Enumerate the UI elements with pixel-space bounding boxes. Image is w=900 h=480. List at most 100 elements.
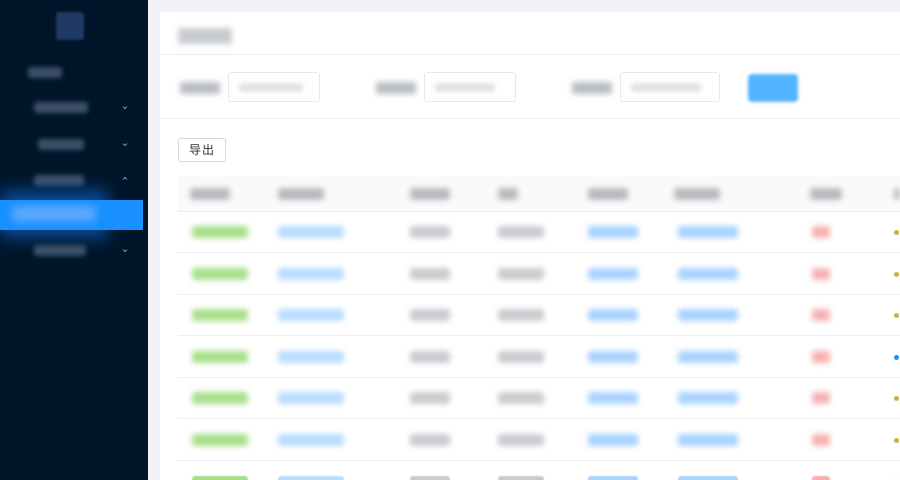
sidebar-item-home[interactable] (0, 58, 148, 88)
blue-link-cell[interactable] (278, 434, 344, 446)
text-cell (410, 267, 450, 280)
action-icon[interactable] (894, 396, 899, 402)
main-panel: 导出 (160, 12, 900, 480)
date-cell (678, 267, 738, 280)
blue-link-cell[interactable] (278, 350, 344, 363)
table-header (178, 176, 900, 212)
text-cell (410, 226, 450, 238)
date-cell (588, 475, 638, 480)
date-cell (588, 267, 638, 280)
status-cell (812, 350, 830, 363)
green-link-cell[interactable] (192, 309, 248, 322)
chevron-down-icon: ⌄ (120, 242, 130, 255)
text-cell (498, 475, 544, 480)
blue-link-cell[interactable] (278, 475, 344, 480)
column-header (190, 188, 230, 200)
action-icon[interactable] (894, 230, 899, 235)
column-header (810, 188, 842, 200)
date-cell (588, 434, 638, 446)
divider (160, 54, 900, 55)
table-row[interactable] (178, 462, 900, 480)
filter-input-1[interactable] (228, 72, 320, 102)
sidebar-item-group-2[interactable]: ⌄ (0, 130, 148, 160)
text-cell (498, 267, 544, 280)
date-cell (678, 434, 738, 446)
green-link-cell[interactable] (192, 475, 248, 480)
status-cell (812, 392, 830, 405)
column-header (278, 188, 324, 200)
status-cell (812, 267, 830, 280)
chevron-up-icon: ⌃ (120, 175, 130, 188)
blue-link-cell[interactable] (278, 392, 344, 405)
date-cell (678, 475, 738, 480)
status-cell (812, 226, 830, 238)
page-title (178, 28, 232, 44)
sidebar-item-label (38, 139, 84, 150)
sidebar-item-label (34, 245, 86, 256)
text-cell (410, 350, 450, 363)
green-link-cell[interactable] (192, 226, 248, 238)
table-row[interactable] (178, 295, 900, 337)
column-header (588, 188, 628, 200)
text-cell (498, 434, 544, 446)
green-link-cell[interactable] (192, 434, 248, 446)
table-row[interactable] (178, 254, 900, 295)
date-cell (588, 392, 638, 405)
blue-link-cell[interactable] (278, 309, 344, 322)
date-cell (588, 350, 638, 363)
filter-label-3 (572, 82, 612, 94)
sidebar: ⌄ ⌄ ⌃ ⌄ (0, 0, 148, 480)
table-row[interactable] (178, 378, 900, 420)
app-logo (56, 12, 84, 40)
sidebar-item-label (34, 175, 84, 186)
text-cell (498, 350, 544, 363)
chevron-down-icon: ⌄ (120, 99, 130, 112)
divider (160, 118, 900, 119)
green-link-cell[interactable] (192, 267, 248, 280)
column-header (498, 188, 518, 200)
date-cell (678, 226, 738, 238)
sidebar-item-label (28, 67, 62, 78)
action-icon[interactable] (894, 354, 899, 360)
action-icon[interactable] (894, 313, 899, 319)
text-cell (498, 392, 544, 405)
text-cell (410, 434, 450, 446)
text-cell (498, 226, 544, 238)
sidebar-item-label (34, 102, 88, 113)
search-button[interactable] (748, 74, 798, 102)
filter-label-2 (376, 82, 416, 94)
sidebar-item-group-1[interactable]: ⌄ (0, 93, 148, 123)
date-cell (588, 226, 638, 238)
date-cell (678, 350, 738, 363)
column-header (410, 188, 450, 200)
sidebar-item-label (12, 206, 96, 222)
action-icon[interactable] (894, 438, 899, 443)
sidebar-item-group-4[interactable]: ⌄ (0, 236, 148, 266)
status-cell (812, 475, 830, 480)
filter-label-1 (180, 82, 220, 94)
green-link-cell[interactable] (192, 392, 248, 405)
text-cell (498, 309, 544, 322)
column-header (894, 188, 900, 200)
filter-input-2[interactable] (424, 72, 516, 102)
date-cell (588, 309, 638, 322)
filter-input-3[interactable] (620, 72, 720, 102)
table-row[interactable] (178, 337, 900, 378)
green-link-cell[interactable] (192, 350, 248, 363)
blue-link-cell[interactable] (278, 267, 344, 280)
text-cell (410, 475, 450, 480)
status-cell (812, 434, 830, 446)
table-row[interactable] (178, 420, 900, 461)
date-cell (678, 392, 738, 405)
text-cell (410, 309, 450, 322)
action-icon[interactable] (894, 271, 899, 277)
sidebar-item-active[interactable] (0, 200, 143, 230)
text-cell (410, 392, 450, 405)
export-button[interactable]: 导出 (178, 138, 226, 162)
blue-link-cell[interactable] (278, 226, 344, 238)
column-header (674, 188, 720, 200)
table-row[interactable] (178, 212, 900, 253)
status-cell (812, 309, 830, 322)
chevron-down-icon: ⌄ (120, 136, 130, 149)
date-cell (678, 309, 738, 322)
